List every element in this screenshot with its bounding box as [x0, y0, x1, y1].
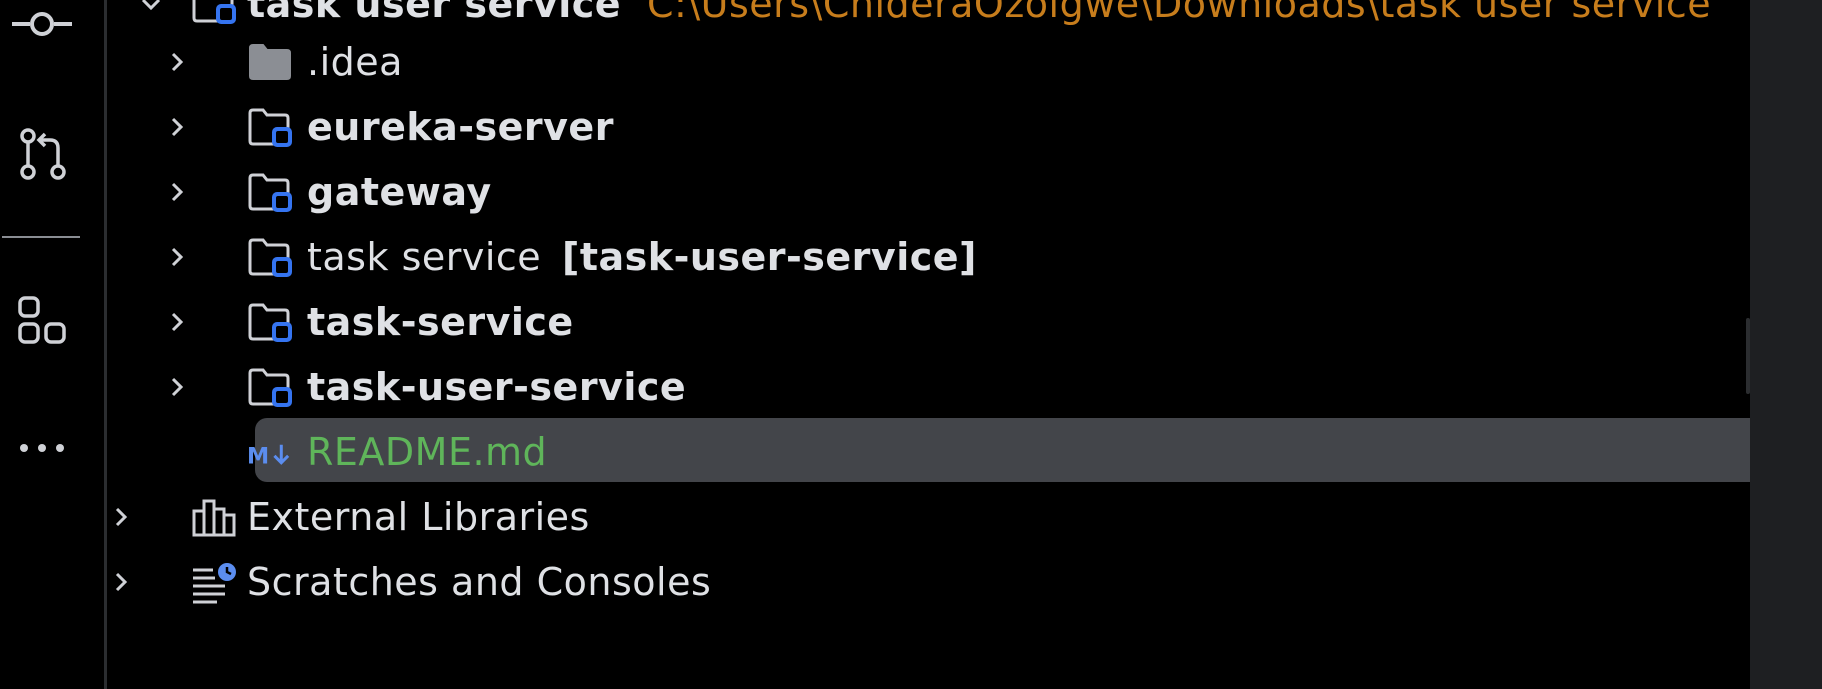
tree-item-gateway[interactable]: gateway — [107, 160, 1750, 224]
libraries-icon — [192, 499, 236, 537]
chevron-right-icon[interactable] — [163, 373, 191, 401]
tree-item-label: task-service — [307, 300, 574, 344]
tree-item-task-service-module[interactable]: task service [task-user-service] — [107, 225, 1750, 289]
more-icon[interactable] — [10, 416, 74, 480]
tree-item-readme[interactable]: M README.md — [107, 420, 1750, 484]
commit-icon[interactable] — [10, 0, 74, 56]
tree-item-label: .idea — [307, 40, 403, 84]
module-folder-icon — [248, 108, 292, 147]
tree-item-task-service[interactable]: task-service — [107, 290, 1750, 354]
chevron-right-icon[interactable] — [163, 178, 191, 206]
tree-root-label: task user service — [247, 0, 622, 26]
pull-requests-icon[interactable] — [10, 122, 74, 186]
tree-item-label: gateway — [307, 170, 492, 214]
tree-item-module-suffix: [task-user-service] — [562, 235, 977, 279]
tree-root-path: C:\Users\ChideraOzoigwe\Downloads\task u… — [647, 0, 1712, 26]
chevron-right-icon[interactable] — [163, 308, 191, 336]
tree-item-label: Scratches and Consoles — [247, 560, 712, 604]
module-folder-icon — [192, 0, 236, 24]
tree-item-eureka-server[interactable]: eureka-server — [107, 95, 1750, 159]
tree-item-task-user-service[interactable]: task-user-service — [107, 355, 1750, 419]
tree-item-label: task-user-service — [307, 365, 687, 409]
tree-item-label: eureka-server — [307, 105, 614, 149]
tree-item-scratches-and-consoles[interactable]: Scratches and Consoles — [107, 550, 1750, 614]
tree-item-label: task service — [307, 235, 542, 279]
chevron-right-icon[interactable] — [107, 503, 135, 531]
chevron-down-icon[interactable] — [137, 0, 165, 18]
chevron-right-icon[interactable] — [163, 243, 191, 271]
tree-item-external-libraries[interactable]: External Libraries — [107, 485, 1750, 549]
tool-window-strip — [0, 0, 104, 689]
tree-item-idea[interactable]: .idea — [107, 30, 1750, 94]
chevron-right-icon[interactable] — [163, 113, 191, 141]
tree-item-label: External Libraries — [247, 495, 590, 539]
editor-edge — [1750, 0, 1822, 689]
module-folder-icon — [248, 368, 292, 407]
svg-text:M: M — [247, 444, 269, 470]
module-folder-icon — [248, 238, 292, 277]
chevron-right-icon[interactable] — [163, 48, 191, 76]
structure-icon[interactable] — [10, 288, 74, 352]
markdown-icon: M — [247, 444, 290, 470]
tool-separator — [2, 236, 80, 238]
chevron-right-icon[interactable] — [107, 568, 135, 596]
module-folder-icon — [248, 173, 292, 212]
folder-icon — [249, 44, 291, 80]
scratches-icon — [193, 563, 236, 604]
ide-window: task user service C:\Users\ChideraOzoigw… — [0, 0, 1822, 689]
tree-item-label: README.md — [307, 430, 548, 474]
module-folder-icon — [248, 303, 292, 342]
project-tree: task user service C:\Users\ChideraOzoigw… — [107, 0, 1813, 689]
